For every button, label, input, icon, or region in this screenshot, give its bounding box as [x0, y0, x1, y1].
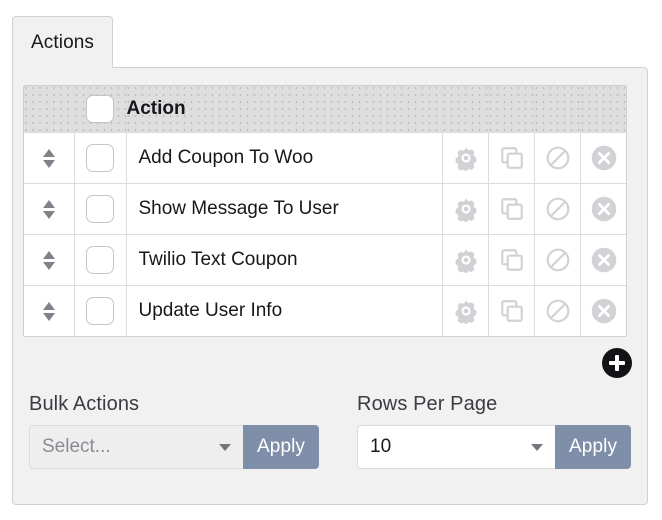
rows-per-page-row: 10 Apply [357, 425, 632, 469]
action-name: Twilio Text Coupon [138, 249, 298, 270]
bulk-actions-select[interactable]: Select... [29, 425, 243, 469]
gear-icon[interactable] [443, 235, 489, 285]
row-duplicate-cell [488, 234, 535, 286]
row-handle-cell [24, 234, 75, 286]
copy-icon[interactable] [489, 133, 535, 183]
row-settings-cell [442, 234, 489, 286]
table-body: Add Coupon To Woo Show Message To User T… [24, 132, 627, 336]
ban-icon[interactable] [535, 286, 581, 336]
rows-per-page-select-value: 10 [370, 436, 392, 457]
tab-actions[interactable]: Actions [12, 16, 114, 68]
table-row: Add Coupon To Woo [24, 132, 627, 184]
drag-handle-icon[interactable] [24, 184, 74, 234]
tab-actions-label: Actions [31, 31, 95, 53]
row-duplicate-cell [488, 285, 535, 336]
gear-icon[interactable] [443, 133, 489, 183]
row-delete-cell [580, 285, 627, 336]
header-cell-settings [442, 86, 489, 133]
row-label-cell: Update User Info [126, 285, 443, 336]
header-cell-disable [534, 86, 581, 133]
row-checkbox-cell [74, 132, 127, 184]
row-checkbox-wrapper [75, 235, 126, 285]
ban-icon[interactable] [535, 184, 581, 234]
row-handle-cell [24, 183, 75, 235]
row-disable-cell [534, 132, 581, 184]
drag-handle-icon[interactable] [24, 235, 74, 285]
copy-icon[interactable] [489, 235, 535, 285]
action-name: Update User Info [138, 300, 283, 321]
gear-icon[interactable] [443, 184, 489, 234]
action-name: Add Coupon To Woo [138, 147, 314, 168]
row-duplicate-cell [488, 132, 535, 184]
row-duplicate-cell [488, 183, 535, 235]
action-name: Show Message To User [138, 198, 339, 219]
header-action-label: Action [126, 98, 186, 119]
actions-table-container: Action Add Coupon To Woo Show Message To… [23, 85, 627, 337]
footer-controls: Bulk Actions Select... Apply Rows Per Pa… [29, 393, 632, 469]
select-all-checkbox[interactable] [86, 95, 114, 123]
rows-per-page-apply-button[interactable]: Apply [555, 425, 632, 469]
table-row: Twilio Text Coupon [24, 234, 627, 286]
row-label-cell: Show Message To User [126, 183, 443, 235]
bulk-actions-group: Bulk Actions Select... Apply [29, 393, 320, 469]
chevron-down-icon [531, 444, 544, 451]
rows-per-page-select[interactable]: 10 [357, 425, 556, 469]
row-checkbox[interactable] [86, 246, 114, 274]
rows-per-page-group: Rows Per Page 10 Apply [357, 393, 632, 469]
row-disable-cell [534, 183, 581, 235]
row-settings-cell [442, 183, 489, 235]
ban-icon[interactable] [535, 235, 581, 285]
rows-per-page-label: Rows Per Page [357, 393, 498, 415]
bulk-actions-label: Bulk Actions [29, 393, 140, 415]
table-row: Update User Info [24, 285, 627, 336]
row-delete-cell [580, 132, 627, 184]
delete-circle-icon[interactable] [581, 184, 627, 234]
table-row: Show Message To User [24, 183, 627, 235]
row-delete-cell [580, 234, 627, 286]
delete-circle-icon[interactable] [581, 235, 627, 285]
header-cell-action: Action [126, 86, 443, 133]
row-checkbox-cell [74, 183, 127, 235]
table-header-row: Action [24, 86, 626, 133]
row-label-cell: Add Coupon To Woo [126, 132, 443, 184]
delete-circle-icon[interactable] [581, 133, 627, 183]
row-checkbox[interactable] [86, 297, 114, 325]
row-checkbox-wrapper [75, 133, 126, 183]
select-all-wrapper [75, 86, 126, 132]
header-cell-delete [580, 86, 626, 133]
header-cell-handle [24, 86, 75, 133]
row-disable-cell [534, 234, 581, 286]
actions-panel: Action Add Coupon To Woo Show Message To… [12, 67, 648, 505]
row-delete-cell [580, 183, 627, 235]
drag-handle-icon[interactable] [24, 133, 74, 183]
row-checkbox[interactable] [86, 144, 114, 172]
table-header: Action [24, 86, 626, 133]
row-disable-cell [534, 285, 581, 336]
header-cell-checkbox [74, 86, 127, 133]
row-handle-cell [24, 285, 75, 336]
add-action-button[interactable] [602, 348, 632, 378]
row-checkbox-cell [74, 234, 127, 286]
bulk-actions-select-value: Select... [42, 436, 111, 457]
copy-icon[interactable] [489, 286, 535, 336]
gear-icon[interactable] [443, 286, 489, 336]
bulk-actions-apply-button[interactable]: Apply [243, 425, 320, 469]
row-checkbox-wrapper [75, 286, 126, 336]
ban-icon[interactable] [535, 133, 581, 183]
row-checkbox-wrapper [75, 184, 126, 234]
drag-handle-icon[interactable] [24, 286, 74, 336]
bulk-actions-row: Select... Apply [29, 425, 320, 469]
chevron-down-icon [219, 444, 231, 451]
row-checkbox-cell [74, 285, 127, 336]
actions-table: Action Add Coupon To Woo Show Message To… [24, 86, 626, 336]
copy-icon[interactable] [489, 184, 535, 234]
tab-strip: Actions [12, 16, 114, 68]
row-label-cell: Twilio Text Coupon [126, 234, 443, 286]
row-checkbox[interactable] [86, 195, 114, 223]
row-settings-cell [442, 132, 489, 184]
header-cell-duplicate [488, 86, 535, 133]
row-settings-cell [442, 285, 489, 336]
delete-circle-icon[interactable] [581, 286, 627, 336]
row-handle-cell [24, 132, 75, 184]
